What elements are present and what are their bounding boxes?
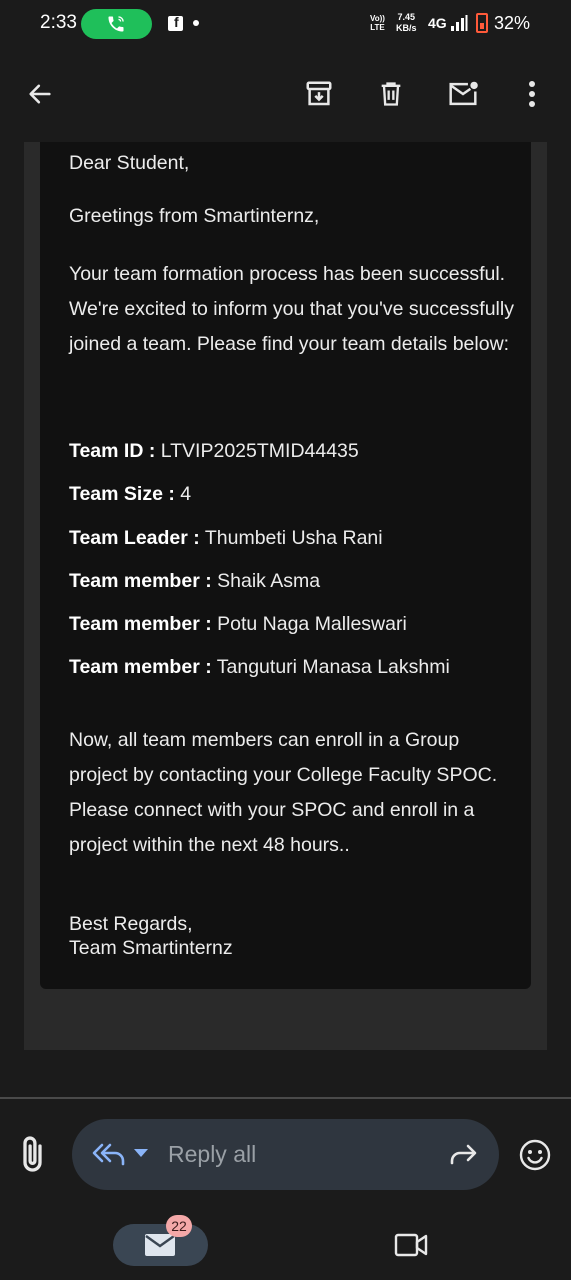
bottom-navigation: 22 <box>0 1208 571 1280</box>
mail-icon <box>145 1234 175 1256</box>
email-signature: Best Regards, Team Smartinternz <box>69 912 519 960</box>
video-meet-icon[interactable] <box>394 1232 428 1258</box>
signal-icon <box>451 15 468 31</box>
team-leader-row: Team Leader : Thumbeti Usha Rani <box>69 527 383 550</box>
email-intro: Greetings from Smartinternz, <box>69 205 320 227</box>
team-member-row: Team member : Shaik Asma <box>69 570 320 593</box>
detail-label: Team Size : <box>69 483 175 505</box>
attachment-icon[interactable] <box>16 1134 52 1176</box>
more-options-button[interactable] <box>508 70 556 118</box>
more-vert-icon <box>529 81 535 107</box>
team-member-row: Team member : Tanguturi Manasa Lakshmi <box>69 656 450 679</box>
battery-icon <box>476 13 488 33</box>
email-paragraph-2: Now, all team members can enroll in a Gr… <box>69 729 498 856</box>
delete-icon <box>381 82 401 106</box>
email-toolbar <box>0 48 571 142</box>
battery-percent: 32% <box>494 13 531 33</box>
detail-value: 4 <box>174 483 192 505</box>
speed-unit: KB/s <box>396 23 417 33</box>
email-greeting: Dear Student, <box>69 152 190 174</box>
notification-dot <box>193 20 199 26</box>
network-type: 4G <box>428 15 447 31</box>
back-arrow-icon <box>29 84 51 104</box>
signature-closing: Best Regards, <box>69 913 193 935</box>
status-bar: 2:33 f Vo)) LTE 7.45 KB/s 4G 32% <box>0 0 571 48</box>
volte-line2: LTE <box>370 23 385 32</box>
volte-indicator: Vo)) LTE <box>370 14 385 32</box>
status-time: 2:33 <box>40 12 77 33</box>
unread-count-badge: 22 <box>166 1215 192 1237</box>
archive-button[interactable] <box>295 70 343 118</box>
detail-label: Team Leader : <box>69 527 200 549</box>
mark-unread-button[interactable] <box>439 70 487 118</box>
forward-icon[interactable] <box>448 1141 478 1167</box>
team-member-row: Team member : Potu Naga Malleswari <box>69 613 407 636</box>
detail-value: Thumbeti Usha Rani <box>199 527 383 549</box>
network-speed: 7.45 KB/s <box>396 12 417 34</box>
email-paragraph-1: Your team formation process has been suc… <box>69 263 514 355</box>
detail-label: Team ID : <box>69 440 156 462</box>
delete-button[interactable] <box>367 70 415 118</box>
detail-value: Tanguturi Manasa Lakshmi <box>211 656 450 678</box>
detail-value: LTVIP2025TMID44435 <box>155 440 359 462</box>
detail-value: Potu Naga Malleswari <box>211 613 407 635</box>
team-size-row: Team Size : 4 <box>69 483 191 506</box>
detail-label: Team member : <box>69 613 212 635</box>
detail-label: Team member : <box>69 656 212 678</box>
reply-all-label: Reply all <box>168 1141 257 1167</box>
archive-icon <box>306 81 332 106</box>
reply-divider <box>0 1097 571 1099</box>
signature-name: Team Smartinternz <box>69 937 233 959</box>
chevron-down-icon[interactable] <box>134 1149 148 1157</box>
volte-line1: Vo)) <box>370 14 385 23</box>
reply-all-icon <box>92 1143 125 1166</box>
reply-all-box[interactable]: Reply all <box>72 1119 499 1190</box>
facebook-icon: f <box>168 14 183 31</box>
emoji-icon[interactable] <box>517 1137 553 1173</box>
nav-mail-tab[interactable] <box>113 1224 208 1266</box>
back-button[interactable] <box>16 70 64 118</box>
phone-call-icon <box>108 16 124 32</box>
team-id-row: Team ID : LTVIP2025TMID44435 <box>69 440 359 463</box>
detail-label: Team member : <box>69 570 212 592</box>
mark-unread-icon <box>449 81 478 106</box>
speed-value: 7.45 <box>397 12 416 22</box>
detail-value: Shaik Asma <box>211 570 321 592</box>
ongoing-call-pill[interactable] <box>81 9 152 39</box>
